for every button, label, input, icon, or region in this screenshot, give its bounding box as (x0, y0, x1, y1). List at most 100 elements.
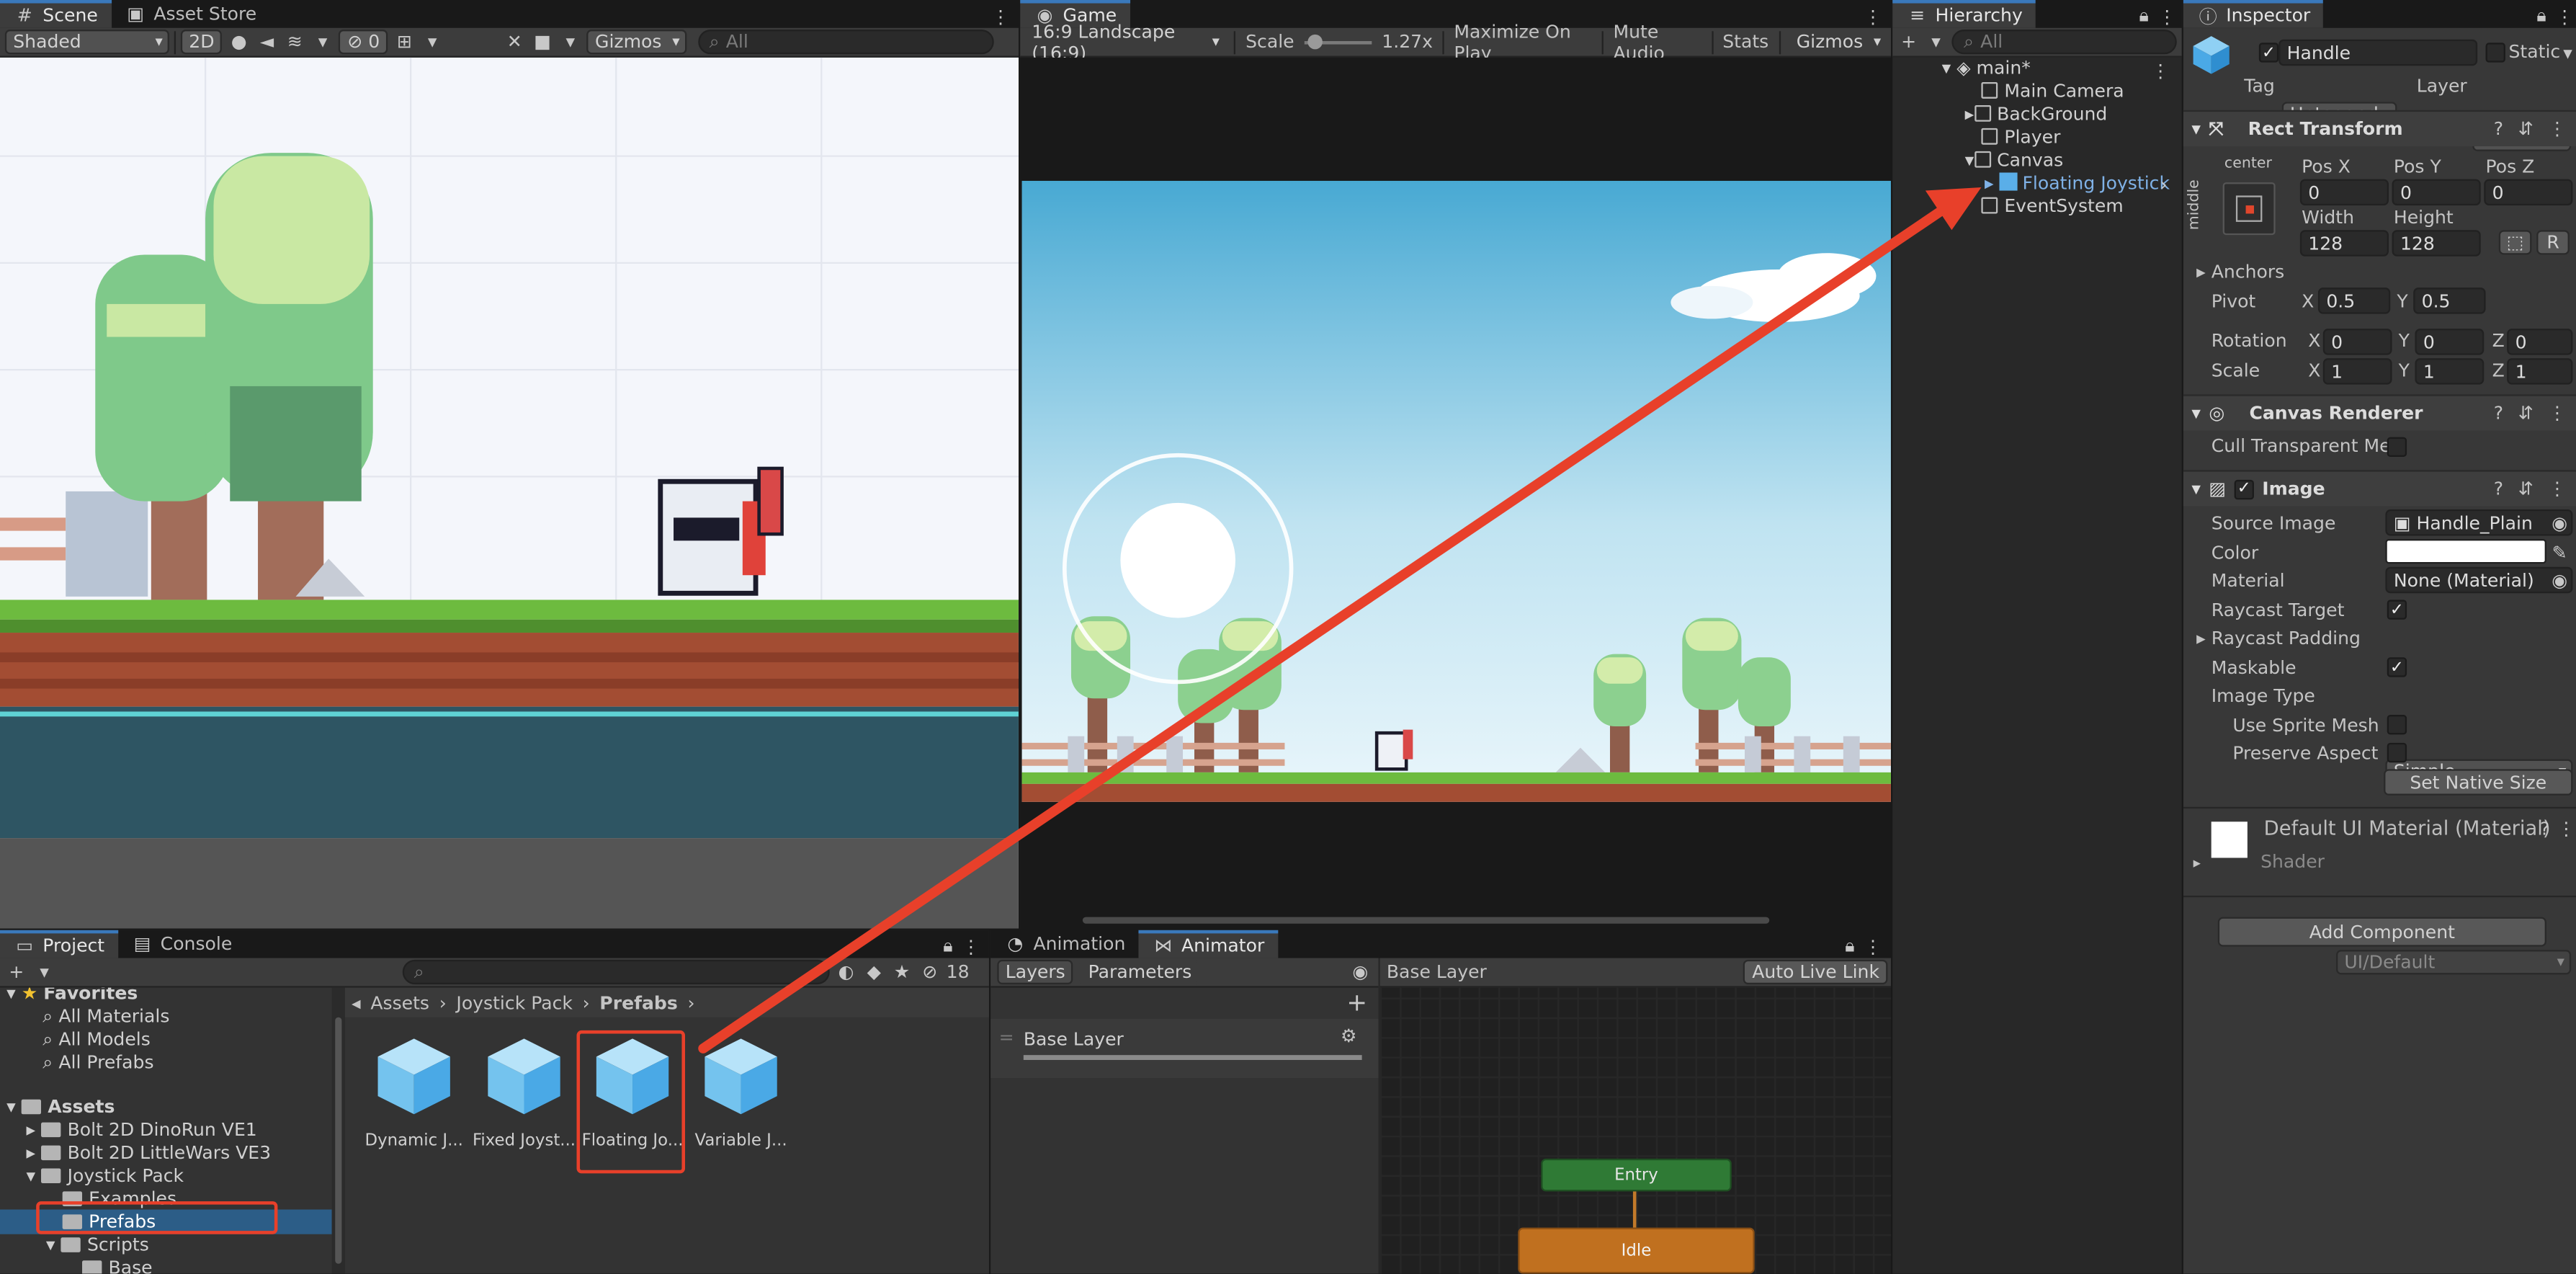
effects-icon[interactable]: ≋ (283, 30, 306, 53)
help-icon[interactable]: ? (2533, 816, 2557, 839)
asset-dynamic-joystick[interactable]: Dynamic J... (362, 1035, 467, 1150)
rot-y-field[interactable]: 0 (2415, 329, 2485, 355)
tree-item-player[interactable]: Player (1981, 127, 2060, 148)
lighting-icon[interactable]: ● (228, 30, 251, 53)
more-menu-icon[interactable]: ⋮ (2548, 478, 2566, 500)
pos-x-field[interactable]: 0 (2299, 179, 2389, 206)
hidden-packages-icon[interactable]: ⊘ (918, 961, 942, 984)
object-picker-icon[interactable]: ◉ (2548, 569, 2571, 592)
tree-favorites[interactable]: ▾ ★ Favorites (6, 988, 138, 1004)
tab-asset-store[interactable]: ▣ Asset Store (111, 0, 269, 28)
rot-x-field[interactable]: 0 (2322, 329, 2392, 355)
tree-bolt-littlewars[interactable]: ▸ Bolt 2D LittleWars VE3 (26, 1142, 271, 1164)
tree-item-canvas[interactable]: ▾ Canvas (1965, 150, 2064, 172)
more-menu-icon[interactable]: ⋮ (960, 935, 983, 958)
gizmos-dropdown[interactable]: Gizmos (1790, 30, 1886, 54)
audio-icon[interactable]: ◄ (256, 30, 279, 53)
lock-icon[interactable]: 🔒︎ (2132, 5, 2155, 28)
scale-y-field[interactable]: 1 (2415, 358, 2485, 385)
scale-slider[interactable] (1304, 33, 1372, 50)
animator-graph[interactable]: Base Layer Auto Live Link Entry Idle (1379, 958, 1891, 1274)
stats-toggle[interactable]: Stats (1722, 31, 1768, 53)
more-menu-icon[interactable]: ⋮ (2149, 59, 2172, 82)
chevron-right-icon[interactable]: › (2152, 172, 2175, 195)
add-icon[interactable]: + (1897, 30, 1920, 53)
anchors-foldout[interactable]: ▸ Anchors (2196, 262, 2284, 283)
project-search-input[interactable]: ⌕ (402, 959, 830, 985)
object-name-field[interactable]: Handle (2278, 39, 2478, 66)
scale-x-field[interactable]: 1 (2322, 358, 2392, 385)
pivot-y-field[interactable]: 0.5 (2413, 288, 2486, 314)
tab-animator[interactable]: ⋈ Animator (1138, 930, 1278, 958)
add-icon[interactable]: + (5, 961, 28, 984)
lock-icon[interactable]: 🔒︎ (936, 935, 960, 958)
image-header[interactable]: ▾ ▨ ✓ Image ? ⇵ ⋮ (2183, 470, 2576, 507)
state-idle[interactable]: Idle (1518, 1227, 1755, 1274)
scene-search-input[interactable]: ⌕ All (697, 30, 994, 55)
add-layer-icon[interactable]: + (1346, 988, 1369, 1017)
help-icon[interactable]: ? (2494, 478, 2503, 500)
auto-live-link-button[interactable]: Auto Live Link (1743, 959, 1888, 985)
shading-mode-dropdown[interactable]: Shaded (4, 30, 169, 55)
game-render[interactable] (1021, 180, 1891, 802)
gizmos-dropdown[interactable]: Gizmos (586, 30, 687, 55)
raw-edit-button[interactable]: R (2536, 230, 2570, 255)
search-by-type-icon[interactable]: ◐ (835, 961, 858, 984)
static-checkbox[interactable] (2485, 43, 2505, 63)
more-menu-icon[interactable]: ⋮ (2554, 816, 2576, 839)
tree-item-main-camera[interactable]: Main Camera (1981, 81, 2124, 102)
more-menu-icon[interactable]: ⋮ (2553, 5, 2576, 28)
width-field[interactable]: 128 (2299, 230, 2389, 257)
image-enabled-checkbox[interactable]: ✓ (2234, 478, 2254, 499)
expand-arrow-icon[interactable]: ▸ (2193, 856, 2201, 873)
use-sprite-mesh-checkbox[interactable] (2387, 715, 2407, 735)
state-entry[interactable]: Entry (1541, 1158, 1732, 1192)
blueprint-mode-button[interactable]: ⬚ (2498, 230, 2532, 255)
grid-snap-icon[interactable]: ⊞ (393, 30, 416, 53)
asset-variable-joystick[interactable]: Variable J... (689, 1035, 794, 1150)
tree-all-models[interactable]: ⌕ All Models (43, 1029, 151, 1052)
chevron-left-icon[interactable]: ◂ (352, 992, 361, 1013)
hierarchy-search-input[interactable]: ⌕ All (1951, 30, 2177, 55)
preserve-aspect-checkbox[interactable] (2387, 742, 2407, 763)
tree-bolt-dinorun[interactable]: ▸ Bolt 2D DinoRun VE1 (26, 1119, 256, 1141)
hidden-objects-button[interactable]: ⊘ 0 (339, 30, 388, 55)
label-icon[interactable]: ◆ (862, 961, 885, 984)
presets-icon[interactable]: ⇵ (2518, 478, 2533, 500)
help-icon[interactable]: ? (2494, 118, 2503, 140)
dropdown-arrow-icon[interactable]: ▾ (421, 30, 444, 53)
tab-inspector[interactable]: ⓘ Inspector (2183, 0, 2324, 28)
add-component-button[interactable]: Add Component (2217, 917, 2546, 947)
tree-item-background[interactable]: ▸ BackGround (1965, 104, 2108, 125)
tree-joystick-pack[interactable]: ▾ Joystick Pack (26, 1165, 184, 1187)
scene-canvas[interactable] (0, 57, 1019, 929)
tab-layers[interactable]: Layers (997, 959, 1074, 985)
pos-z-field[interactable]: 0 (2484, 179, 2573, 206)
more-menu-icon[interactable]: ⋮ (1861, 935, 1884, 958)
resolution-dropdown[interactable]: 16:9 Landscape (16:9) (1025, 21, 1225, 63)
game-scrollbar[interactable] (1082, 917, 1770, 924)
tab-animation[interactable]: ◔ Animation (990, 930, 1138, 958)
dropdown-arrow-icon[interactable]: ▾ (1925, 30, 1947, 53)
favorite-star-icon[interactable]: ★ (890, 961, 913, 984)
source-image-field[interactable]: ▣ Handle_Plain (2385, 509, 2573, 536)
pos-y-field[interactable]: 0 (2392, 179, 2481, 206)
asset-fixed-joystick[interactable]: Fixed Joyst... (472, 1035, 577, 1150)
breadcrumb-assets[interactable]: Assets (370, 992, 429, 1013)
tree-scene-root[interactable]: ▾ ◈ main* (1942, 58, 2031, 79)
raycast-target-checkbox[interactable]: ✓ (2387, 600, 2407, 620)
dropdown-arrow-icon[interactable]: ▾ (311, 30, 334, 53)
maskable-checkbox[interactable]: ✓ (2387, 657, 2407, 677)
pivot-x-field[interactable]: 0.5 (2317, 288, 2391, 314)
presets-icon[interactable]: ⇵ (2518, 403, 2533, 424)
more-menu-icon[interactable]: ⋮ (2548, 118, 2566, 140)
layer-row[interactable]: = Base Layer ⚙ (990, 1018, 1379, 1079)
tree-base[interactable]: Base (82, 1257, 153, 1274)
tab-project[interactable]: ▭ Project (0, 930, 118, 958)
color-swatch[interactable] (2385, 539, 2546, 564)
tab-scene[interactable]: # Scene (0, 0, 112, 28)
rot-z-field[interactable]: 0 (2507, 329, 2573, 355)
breadcrumb-joystick-pack[interactable]: Joystick Pack (456, 992, 572, 1013)
active-checkbox[interactable]: ✓ (2258, 43, 2279, 63)
graph-breadcrumb[interactable]: Base Layer (1387, 961, 1487, 983)
